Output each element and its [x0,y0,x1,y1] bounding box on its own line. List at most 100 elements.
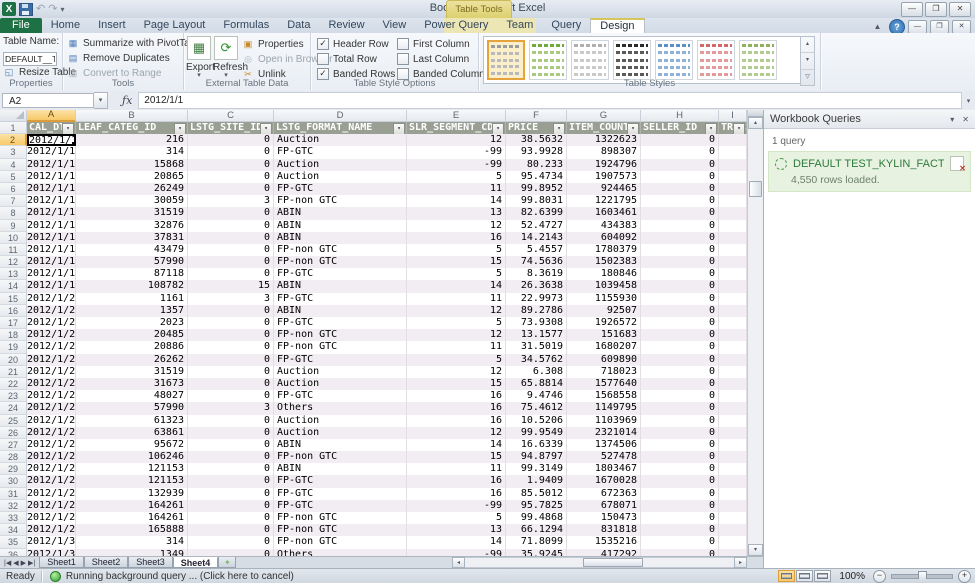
zoom-out-icon[interactable]: − [873,570,886,583]
zoom-slider-handle[interactable] [918,571,927,583]
grid-cell[interactable]: 2012/1/3 [27,536,76,548]
row-number-12[interactable]: 12 [0,256,27,268]
grid-cell[interactable]: 121153 [76,475,188,487]
row-number-10[interactable]: 10 [0,232,27,244]
grid-cell[interactable]: 0 [188,159,274,171]
active-cell[interactable]: 2012/1/1 [27,134,76,146]
grid-cell[interactable]: 2012/1/1 [27,244,76,256]
grid-cell[interactable]: 1803467 [567,463,641,475]
grid-cell[interactable]: 52.4727 [506,220,567,232]
sheet-tab-sheet2[interactable]: Sheet2 [84,557,129,568]
grid-cell[interactable]: ABIN [274,439,407,451]
grid-cell[interactable]: FP-GTC [274,183,407,195]
grid-cell[interactable]: 2012/1/2 [27,463,76,475]
grid-cell[interactable]: 34.5762 [506,354,567,366]
grid-cell[interactable]: 0 [641,354,719,366]
grid-cell[interactable] [719,463,747,475]
grid-cell[interactable]: Auction [274,171,407,183]
row-number-5[interactable]: 5 [0,171,27,183]
grid-cell[interactable]: 0 [188,305,274,317]
style-green-header[interactable] [529,40,567,80]
restore-button[interactable]: ❐ [925,2,947,17]
grid-cell[interactable]: 74.5636 [506,256,567,268]
horizontal-scroll-track[interactable] [465,557,734,568]
row-number-6[interactable]: 6 [0,183,27,195]
row-number-21[interactable]: 21 [0,366,27,378]
filter-dropdown-icon[interactable]: ▾ [62,123,74,134]
grid-cell[interactable]: 2012/1/2 [27,366,76,378]
grid-cell[interactable] [719,439,747,451]
page-break-view-button[interactable] [814,570,831,582]
grid-cell[interactable]: 15868 [76,159,188,171]
row-number-23[interactable]: 23 [0,390,27,402]
tab-formulas[interactable]: Formulas [214,18,278,33]
grid-cell[interactable] [719,220,747,232]
row-number-19[interactable]: 19 [0,341,27,353]
row-number-30[interactable]: 30 [0,475,27,487]
zoom-in-icon[interactable]: + [958,570,971,583]
filter-dropdown-icon[interactable]: ▾ [553,123,565,134]
grid-cell[interactable]: 0 [641,134,719,146]
grid-cell[interactable]: 48027 [76,390,188,402]
grid-cell[interactable]: FP-non GTC [274,329,407,341]
grid-cell[interactable]: 132939 [76,488,188,500]
grid-cell[interactable]: 0 [188,536,274,548]
grid-cell[interactable]: 3 [188,402,274,414]
row-number-20[interactable]: 20 [0,354,27,366]
grid-cell[interactable]: 1603461 [567,207,641,219]
grid-cell[interactable]: 87118 [76,268,188,280]
grid-cell[interactable]: 5.4557 [506,244,567,256]
grid-cell[interactable]: FP-GTC [274,354,407,366]
column-header-B[interactable]: B [76,110,188,122]
grid-cell[interactable]: 2321014 [567,427,641,439]
grid-cell[interactable] [719,390,747,402]
grid-cell[interactable]: 0 [641,549,719,556]
grid-cell[interactable] [719,293,747,305]
grid-cell[interactable]: -99 [407,549,506,556]
row-number-13[interactable]: 13 [0,268,27,280]
grid-cell[interactable]: 1924796 [567,159,641,171]
grid-cell[interactable]: 0 [188,488,274,500]
grid-cell[interactable] [719,378,747,390]
grid-cell[interactable]: 106246 [76,451,188,463]
style-dark[interactable] [613,40,651,80]
grid-cell[interactable]: 0 [188,207,274,219]
grid-cell[interactable]: FP-non GTC [274,256,407,268]
grid-cell[interactable]: 99.8031 [506,195,567,207]
grid-cell[interactable]: 180846 [567,268,641,280]
grid-cell[interactable]: 0 [641,293,719,305]
grid-cell[interactable]: 16.6339 [506,439,567,451]
cancel-refresh-icon[interactable] [950,156,964,171]
grid-cell[interactable]: 2012/1/1 [27,280,76,292]
grid-cell[interactable]: 12 [407,366,506,378]
grid-cell[interactable]: 15 [407,256,506,268]
vertical-scrollbar[interactable]: ▴ ▾ [747,110,763,556]
grid-cell[interactable]: 66.1294 [506,524,567,536]
row-number-7[interactable]: 7 [0,195,27,207]
grid-cell[interactable]: 0 [641,439,719,451]
close-button[interactable]: ✕ [949,2,971,17]
grid-cell[interactable]: 2012/1/1 [27,268,76,280]
grid-cell[interactable]: 2012/1/1 [27,220,76,232]
last-column-checkbox[interactable]: Last Column [397,52,490,66]
grid-cell[interactable]: 1502383 [567,256,641,268]
tab-home[interactable]: Home [42,18,89,33]
row-number-9[interactable]: 9 [0,220,27,232]
row-number-18[interactable]: 18 [0,329,27,341]
grid-cell[interactable]: 0 [188,341,274,353]
table-name-input[interactable] [3,52,57,66]
grid-cell[interactable]: 1568558 [567,390,641,402]
grid-cell[interactable]: Auction [274,159,407,171]
row-number-22[interactable]: 22 [0,378,27,390]
tab-design[interactable]: Design [590,18,644,33]
grid-cell[interactable]: 26262 [76,354,188,366]
grid-cell[interactable]: 11 [407,463,506,475]
grid-cell[interactable]: 2012/1/1 [27,232,76,244]
tab-team[interactable]: Team [497,18,542,33]
workbook-close-button[interactable]: ✕ [952,20,971,34]
grid-cell[interactable]: 1357 [76,305,188,317]
grid-cell[interactable]: 11 [407,341,506,353]
grid-cell[interactable]: 831818 [567,524,641,536]
grid-cell[interactable]: 82.6399 [506,207,567,219]
filter-dropdown-icon[interactable]: ▾ [260,123,272,134]
